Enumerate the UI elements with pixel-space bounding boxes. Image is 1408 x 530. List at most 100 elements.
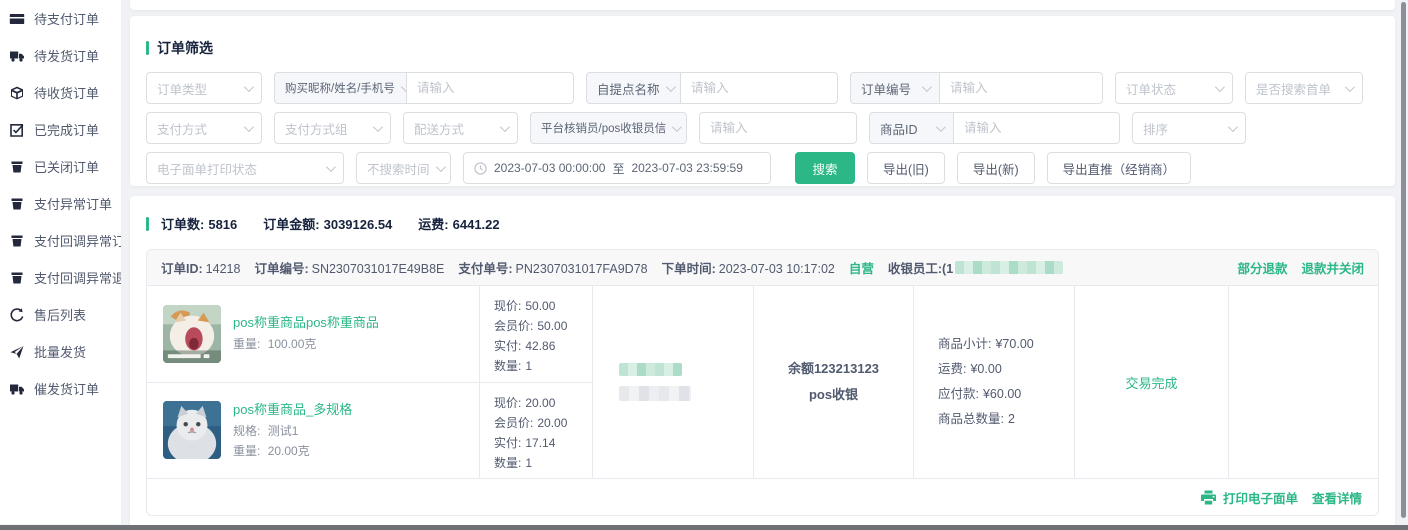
stat-order-amount: 订单金额: 3039126.54 bbox=[259, 214, 392, 233]
price-value: 42.86 bbox=[525, 339, 555, 353]
verifier-select[interactable]: 平台核销员/pos收银员信 bbox=[530, 112, 687, 144]
sidebar-item-pending-ship[interactable]: 待发货订单 bbox=[0, 37, 121, 74]
product-id-input[interactable] bbox=[954, 112, 1120, 144]
verifier-search-input[interactable] bbox=[699, 112, 857, 144]
filter-row-1: 订单类型 购买昵称/姓名/手机号 自提点名称 订单编号 bbox=[146, 72, 1379, 104]
sidebar-item-callback-error-refund[interactable]: 支付回调异常退款 bbox=[0, 259, 121, 296]
order-no-search-combo: 订单编号 bbox=[850, 72, 1103, 104]
pickup-search-combo: 自提点名称 bbox=[586, 72, 838, 104]
sidebar-item-pending-receive[interactable]: 待收货订单 bbox=[0, 74, 121, 111]
bucket-icon bbox=[9, 233, 25, 249]
price-value: 50.00 bbox=[525, 299, 555, 313]
sidebar-item-pay-error[interactable]: 支付异常订单 bbox=[0, 185, 121, 222]
product-name-link[interactable]: pos称重商品pos称重商品 bbox=[233, 313, 379, 332]
price-label: 数量: bbox=[494, 456, 521, 470]
eprint-status-label: 电子面单打印状态 bbox=[157, 159, 257, 178]
order-no-search-input[interactable] bbox=[940, 72, 1103, 104]
product-image[interactable] bbox=[163, 305, 221, 363]
order-sn: 订单编号:SN2307031017E49B8E bbox=[254, 258, 444, 277]
stat-label: 订单金额: bbox=[263, 217, 319, 232]
sidebar-item-aftersale[interactable]: 售后列表 bbox=[0, 296, 121, 333]
bucket-icon bbox=[9, 270, 25, 286]
sidebar-item-pending-payment[interactable]: 待支付订单 bbox=[0, 0, 121, 37]
eprint-status-select[interactable]: 电子面单打印状态 bbox=[146, 152, 344, 184]
pickup-field-select[interactable]: 自提点名称 bbox=[586, 72, 681, 104]
sidebar: 待支付订单 待发货订单 待收货订单 已完成订单 已关闭订单 支付异常订单 支付回… bbox=[0, 0, 122, 524]
export-new-button[interactable]: 导出(新) bbox=[957, 152, 1035, 184]
print-eorder-link[interactable]: 打印电子面单 bbox=[1200, 488, 1298, 507]
chevron-down-icon bbox=[500, 122, 510, 132]
stat-value: 3039126.54 bbox=[324, 217, 393, 232]
price-cell: 现价:20.00 会员价:20.00 实付:17.14 数量:1 bbox=[479, 383, 592, 479]
order-sn-value: SN2307031017E49B8E bbox=[312, 262, 445, 276]
first-order-select[interactable]: 是否搜索首单 bbox=[1245, 72, 1363, 104]
buyer-search-combo: 购买昵称/姓名/手机号 bbox=[274, 72, 574, 104]
product-id-field-label: 商品ID bbox=[880, 119, 918, 138]
product-id-combo: 商品ID bbox=[869, 112, 1120, 144]
bucket-icon bbox=[9, 196, 25, 212]
sidebar-item-urge-ship[interactable]: 催发货订单 bbox=[0, 370, 121, 407]
sidebar-item-label: 售后列表 bbox=[34, 305, 86, 324]
order-pay-label: 支付单号: bbox=[458, 262, 512, 276]
weight-label: 重量: bbox=[233, 337, 260, 351]
search-button[interactable]: 搜索 bbox=[795, 152, 855, 184]
export-old-button[interactable]: 导出(旧) bbox=[867, 152, 945, 184]
chevron-down-icon bbox=[1215, 82, 1225, 92]
first-order-label: 是否搜索首单 bbox=[1256, 79, 1331, 98]
recycle-icon bbox=[9, 307, 25, 323]
order-status-text: 交易完成 bbox=[1125, 373, 1177, 392]
stat-value: 6441.22 bbox=[453, 217, 500, 232]
accent-bar bbox=[146, 41, 149, 55]
pay-group-label: 支付方式组 bbox=[285, 119, 348, 138]
weight-value: 20.00克 bbox=[268, 444, 310, 458]
view-detail-link[interactable]: 查看详情 bbox=[1312, 488, 1362, 507]
order-filter-card: 订单筛选 订单类型 购买昵称/姓名/手机号 自提点名称 订单编号 bbox=[130, 16, 1395, 186]
vertical-scrollbar[interactable] bbox=[1401, 2, 1406, 518]
sidebar-item-batch-ship[interactable]: 批量发货 bbox=[0, 333, 121, 370]
print-eorder-label: 打印电子面单 bbox=[1223, 488, 1298, 507]
pay-group-select[interactable]: 支付方式组 bbox=[274, 112, 391, 144]
pickup-search-input[interactable] bbox=[681, 72, 838, 104]
price-label: 实付: bbox=[494, 339, 521, 353]
order-id: 订单ID:14218 bbox=[161, 258, 240, 277]
price-value: 1 bbox=[525, 359, 532, 373]
sidebar-item-label: 催发货订单 bbox=[34, 379, 99, 398]
chevron-down-icon bbox=[244, 82, 254, 92]
cashier-label: 收银员工:(1 bbox=[888, 258, 953, 277]
chevron-down-icon bbox=[665, 82, 675, 92]
price-value: 50.00 bbox=[537, 319, 567, 333]
product-id-field-select[interactable]: 商品ID bbox=[869, 112, 954, 144]
sidebar-item-closed[interactable]: 已关闭订单 bbox=[0, 148, 121, 185]
sort-select[interactable]: 排序 bbox=[1132, 112, 1246, 144]
pay-method-select[interactable]: 支付方式 bbox=[146, 112, 262, 144]
buyer-search-input[interactable] bbox=[407, 72, 574, 104]
product-name-link[interactable]: pos称重商品_多规格 bbox=[233, 400, 352, 419]
cashier-redacted-text bbox=[955, 261, 1063, 274]
product-text: pos称重商品_多规格 规格: 测试1 重量: 20.00克 bbox=[233, 400, 352, 461]
totals-label: 应付款: bbox=[938, 387, 979, 401]
export-direct-button[interactable]: 导出直推（经销商） bbox=[1047, 152, 1192, 184]
horizontal-scrollbar[interactable] bbox=[0, 525, 1408, 530]
sidebar-item-callback-error-order[interactable]: 支付回调异常订单 bbox=[0, 222, 121, 259]
delivery-select[interactable]: 配送方式 bbox=[403, 112, 518, 144]
partial-refund-link[interactable]: 部分退款 bbox=[1237, 258, 1287, 277]
sidebar-item-completed[interactable]: 已完成订单 bbox=[0, 111, 121, 148]
product-image[interactable] bbox=[163, 401, 221, 459]
order-status-select[interactable]: 订单状态 bbox=[1115, 72, 1233, 104]
buyer-field-select[interactable]: 购买昵称/姓名/手机号 bbox=[274, 72, 407, 104]
order-no-field-select[interactable]: 订单编号 bbox=[850, 72, 940, 104]
refund-close-link[interactable]: 退款并关闭 bbox=[1301, 258, 1364, 277]
date-separator: 至 bbox=[612, 160, 624, 177]
date-range-picker[interactable]: 2023-07-03 00:00:00 至 2023-07-03 23:59:5… bbox=[463, 152, 771, 184]
sidebar-item-label: 已关闭订单 bbox=[34, 157, 99, 176]
totals-line: 商品总数量:2 bbox=[938, 407, 1074, 432]
price-value: 20.00 bbox=[537, 416, 567, 430]
order-time-value: 2023-07-03 10:17:02 bbox=[719, 262, 835, 276]
check-square-icon bbox=[9, 122, 25, 138]
delivery-label: 配送方式 bbox=[414, 119, 464, 138]
order-type-select[interactable]: 订单类型 bbox=[146, 72, 262, 104]
cat-grumpy-photo bbox=[163, 401, 221, 459]
stat-label: 运费: bbox=[418, 217, 448, 232]
time-mode-select[interactable]: 不搜索时间 bbox=[356, 152, 451, 184]
price-label: 现价: bbox=[494, 396, 521, 410]
